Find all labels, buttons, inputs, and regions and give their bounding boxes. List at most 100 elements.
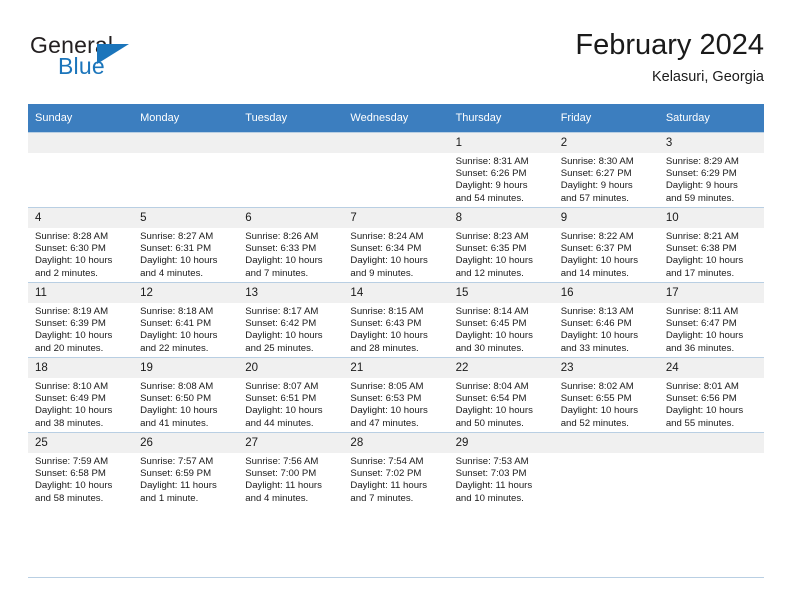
calendar-week-row: 4 Sunrise: 8:28 AM Sunset: 6:30 PM Daylight… [28,207,764,283]
day-number [658,433,764,453]
day-info-line: Sunset: 6:49 PM [35,393,106,405]
calendar-day-cell[interactable]: 1 Sunrise: 8:31 AM Sunset: 6:26 PM Daylight… [448,132,554,208]
calendar-day-cell[interactable]: 6 Sunrise: 8:26 AM Sunset: 6:33 PM Daylight… [238,207,344,283]
calendar-day-cell[interactable]: 4 Sunrise: 8:28 AM Sunset: 6:30 PM Daylight… [28,207,134,283]
calendar-week-row: 1 Sunrise: 8:31 AM Sunset: 6:26 PM Daylight… [28,132,764,208]
day-info-line: Daylight: 10 hours [35,330,113,342]
calendar-day-cell[interactable]: 24 Sunrise: 8:01 AM Sunset: 6:56 PM Dayligh… [658,357,764,433]
day-cell-inner: 21 Sunrise: 8:05 AM Sunset: 6:53 PM Dayligh… [343,358,449,432]
day-number: 27 [238,433,344,453]
day-info-line: and 4 minutes. [140,267,204,279]
day-info-line: Sunrise: 8:18 AM [140,306,214,317]
day-info-line: Sunrise: 8:23 AM [455,231,529,242]
calendar-day-cell[interactable]: 22 Sunrise: 8:04 AM Sunset: 6:54 PM Dayligh… [448,357,554,433]
day-info-line: Daylight: 10 hours [455,255,533,267]
day-info-line: Daylight: 10 hours [245,405,323,417]
calendar-day-cell[interactable]: 2 Sunrise: 8:30 AM Sunset: 6:27 PM Daylight… [553,132,659,208]
calendar-day-cell[interactable]: 7 Sunrise: 8:24 AM Sunset: 6:34 PM Daylight… [343,207,449,283]
calendar-day-cell[interactable]: 17 Sunrise: 8:11 AM Sunset: 6:47 PM Dayligh… [658,282,764,358]
day-info-line: Daylight: 10 hours [665,330,744,342]
day-cell-inner [553,433,659,507]
brand-name-blue: Blue [58,53,105,79]
calendar-page: General Blue February 2024 Kelasuri, Geo… [0,0,792,612]
day-number: 11 [28,283,134,303]
day-info-line: Daylight: 10 hours [455,330,533,342]
day-info-line: Sunset: 6:53 PM [350,393,422,405]
day-info-line: and 30 minutes. [455,342,524,354]
day-info-line: Sunrise: 8:01 AM [665,381,739,392]
calendar-day-cell[interactable]: 11 Sunrise: 8:19 AM Sunset: 6:39 PM Dayligh… [28,282,134,358]
calendar-day-cell[interactable]: 20 Sunrise: 8:07 AM Sunset: 6:51 PM Dayligh… [238,357,344,433]
day-cell-inner [238,133,344,207]
day-info-line: Sunrise: 8:14 AM [455,306,529,317]
day-info-line: Sunset: 6:42 PM [245,318,317,330]
day-info-line: and 25 minutes. [245,342,314,354]
day-info-line: and 20 minutes. [35,342,104,354]
calendar-day-cell[interactable]: 8 Sunrise: 8:23 AM Sunset: 6:35 PM Daylight… [448,207,554,283]
day-sun-info: Sunrise: 8:19 AM Sunset: 6:39 PM Daylight:… [28,303,133,355]
calendar-week-row: 11 Sunrise: 8:19 AM Sunset: 6:39 PM Dayligh… [28,282,764,358]
day-info-line: Sunset: 6:41 PM [140,318,212,330]
calendar-day-cell[interactable]: 23 Sunrise: 8:02 AM Sunset: 6:55 PM Dayligh… [553,357,659,433]
day-info-line: Sunrise: 8:31 AM [455,156,529,167]
day-number: 22 [448,358,554,378]
calendar-day-cell[interactable]: 10 Sunrise: 8:21 AM Sunset: 6:38 PM Dayligh… [658,207,764,283]
day-number: 18 [28,358,134,378]
day-info-line: and 50 minutes. [455,417,524,429]
calendar-day-cell[interactable]: 5 Sunrise: 8:27 AM Sunset: 6:31 PM Daylight… [133,207,239,283]
day-info-line: Daylight: 11 hours [350,480,428,492]
calendar-week-row: 25 Sunrise: 7:59 AM Sunset: 6:58 PM Dayligh… [28,432,764,507]
day-info-line: Sunrise: 8:27 AM [140,231,214,242]
day-info-line: Sunset: 6:59 PM [140,468,212,480]
day-number: 20 [238,358,344,378]
calendar-day-cell[interactable]: 3 Sunrise: 8:29 AM Sunset: 6:29 PM Daylight… [658,132,764,208]
calendar-body: 1 Sunrise: 8:31 AM Sunset: 6:26 PM Daylight… [28,132,764,507]
day-number: 5 [133,208,239,228]
day-number: 7 [343,208,449,228]
day-sun-info: Sunrise: 8:29 AM Sunset: 6:29 PM Daylight:… [659,153,764,205]
grid-bottom-border [28,577,764,578]
day-sun-info: Sunrise: 8:11 AM Sunset: 6:47 PM Daylight:… [659,303,764,355]
calendar-day-cell[interactable]: 9 Sunrise: 8:22 AM Sunset: 6:37 PM Daylight… [553,207,659,283]
day-cell-inner: 25 Sunrise: 7:59 AM Sunset: 6:58 PM Dayligh… [28,433,134,507]
calendar-day-cell[interactable]: 15 Sunrise: 8:14 AM Sunset: 6:45 PM Dayligh… [448,282,554,358]
calendar-day-cell[interactable]: 28 Sunrise: 7:54 AM Sunset: 7:02 PM Dayligh… [343,432,449,507]
calendar-day-cell[interactable]: 29 Sunrise: 7:53 AM Sunset: 7:03 PM Dayligh… [448,432,554,507]
calendar-day-cell[interactable]: 27 Sunrise: 7:56 AM Sunset: 7:00 PM Dayligh… [238,432,344,507]
day-number: 23 [553,358,659,378]
calendar-day-cell[interactable]: 26 Sunrise: 7:57 AM Sunset: 6:59 PM Dayligh… [133,432,239,507]
day-info-line: Sunrise: 8:26 AM [245,231,319,242]
brand-logo[interactable]: General Blue [28,32,228,90]
day-cell-inner: 29 Sunrise: 7:53 AM Sunset: 7:03 PM Dayligh… [448,433,554,507]
day-cell-inner [658,433,764,507]
calendar-day-cell[interactable]: 16 Sunrise: 8:13 AM Sunset: 6:46 PM Dayligh… [553,282,659,358]
day-sun-info: Sunrise: 8:07 AM Sunset: 6:51 PM Daylight:… [238,378,343,430]
day-sun-info: Sunrise: 8:01 AM Sunset: 6:56 PM Daylight:… [659,378,764,430]
calendar-day-cell[interactable]: 18 Sunrise: 8:10 AM Sunset: 6:49 PM Dayligh… [28,357,134,433]
day-sun-info: Sunrise: 7:53 AM Sunset: 7:03 PM Daylight:… [449,453,554,505]
day-cell-inner: 20 Sunrise: 8:07 AM Sunset: 6:51 PM Dayligh… [238,358,344,432]
day-info-line: and 52 minutes. [560,417,629,429]
day-info-line: and 14 minutes. [560,267,629,279]
day-info-line: Sunrise: 7:54 AM [350,456,424,467]
day-cell-inner: 5 Sunrise: 8:27 AM Sunset: 6:31 PM Daylight… [133,208,239,282]
calendar-day-cell[interactable]: 19 Sunrise: 8:08 AM Sunset: 6:50 PM Dayligh… [133,357,239,433]
calendar-day-cell[interactable]: 21 Sunrise: 8:05 AM Sunset: 6:53 PM Dayligh… [343,357,449,433]
day-info-line: Sunrise: 7:53 AM [455,456,529,467]
day-info-line: Daylight: 11 hours [245,480,322,492]
day-info-line: Sunset: 6:46 PM [560,318,632,330]
day-info-line: Daylight: 10 hours [140,330,218,342]
calendar-day-cell[interactable]: 25 Sunrise: 7:59 AM Sunset: 6:58 PM Dayligh… [28,432,134,507]
calendar-day-cell[interactable]: 13 Sunrise: 8:17 AM Sunset: 6:42 PM Dayligh… [238,282,344,358]
day-info-line: Daylight: 10 hours [35,480,113,492]
day-info-line: Daylight: 10 hours [350,255,428,267]
calendar-empty-cell [658,432,764,507]
day-cell-inner: 3 Sunrise: 8:29 AM Sunset: 6:29 PM Daylight… [658,133,764,207]
day-cell-inner: 24 Sunrise: 8:01 AM Sunset: 6:56 PM Dayligh… [658,358,764,432]
day-sun-info: Sunrise: 7:54 AM Sunset: 7:02 PM Daylight:… [343,453,448,505]
day-sun-info: Sunrise: 8:22 AM Sunset: 6:37 PM Daylight:… [554,228,659,280]
calendar-day-cell[interactable]: 14 Sunrise: 8:15 AM Sunset: 6:43 PM Dayligh… [343,282,449,358]
calendar-day-cell[interactable]: 12 Sunrise: 8:18 AM Sunset: 6:41 PM Dayligh… [133,282,239,358]
day-number: 2 [553,133,659,153]
day-cell-inner: 27 Sunrise: 7:56 AM Sunset: 7:00 PM Dayligh… [238,433,344,507]
